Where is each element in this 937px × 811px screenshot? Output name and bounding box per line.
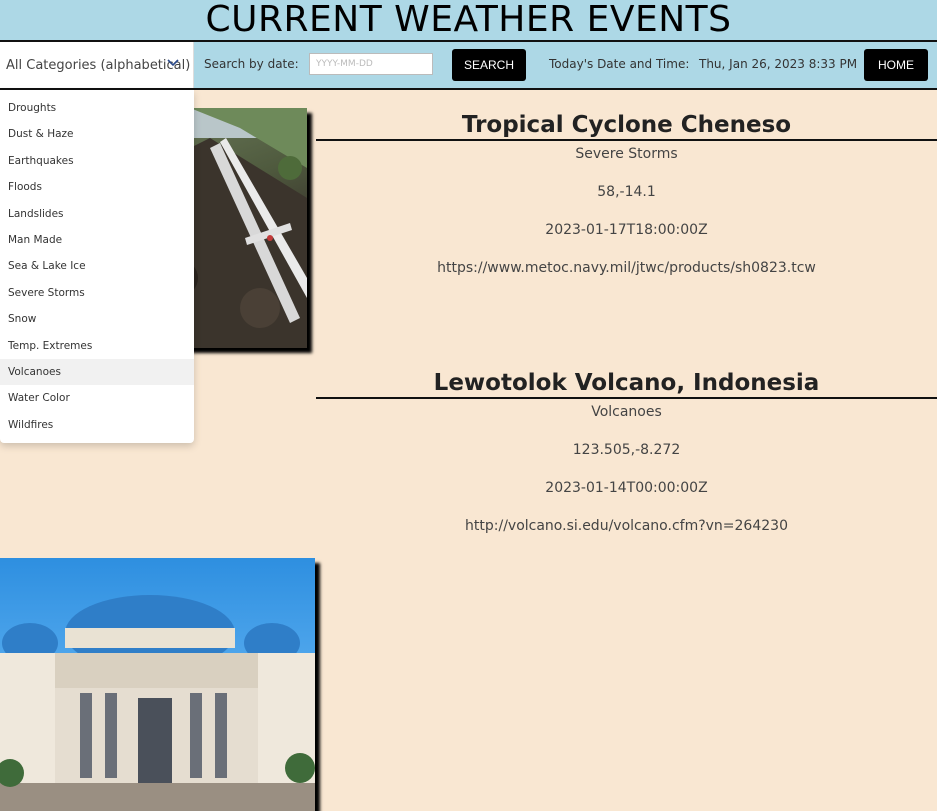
category-option-floods[interactable]: Floods	[0, 174, 194, 200]
category-select[interactable]: All Categories (alphabetical)	[0, 42, 194, 88]
search-button[interactable]: SEARCH	[452, 49, 526, 81]
current-datetime-value: Thu, Jan 26, 2023 8:33 PM	[699, 57, 858, 71]
category-option-wildfires[interactable]: Wildfires	[0, 412, 194, 438]
category-dropdown-menu: Droughts Dust & Haze Earthquakes Floods …	[0, 90, 194, 443]
event-title: Lewotolok Volcano, Indonesia	[316, 369, 937, 399]
event-category: Severe Storms	[575, 146, 678, 162]
date-input[interactable]	[309, 53, 433, 75]
category-option-landslides[interactable]: Landslides	[0, 201, 194, 227]
event-image-building	[0, 558, 315, 811]
event-source-link[interactable]: http://volcano.si.edu/volcano.cfm?vn=264…	[316, 518, 937, 534]
event-coordinates: 58,-14.1	[597, 184, 656, 200]
category-option-droughts[interactable]: Droughts	[0, 95, 194, 121]
event-coordinates: 123.505,-8.272	[572, 442, 681, 458]
category-option-water-color[interactable]: Water Color	[0, 385, 194, 411]
home-button[interactable]: HOME	[864, 49, 928, 81]
toolbar: All Categories (alphabetical) Search by …	[0, 42, 937, 90]
page-title: CURRENT WEATHER EVENTS	[205, 0, 732, 40]
event-category: Volcanoes	[591, 404, 662, 420]
category-option-temp-extremes[interactable]: Temp. Extremes	[0, 333, 194, 359]
category-option-earthquakes[interactable]: Earthquakes	[0, 148, 194, 174]
category-select-label: All Categories (alphabetical)	[6, 57, 191, 73]
current-datetime-label: Today's Date and Time:	[549, 57, 690, 71]
search-by-date-label: Search by date:	[204, 57, 299, 71]
event-date: 2023-01-17T18:00:00Z	[545, 222, 708, 238]
event-title: Tropical Cyclone Cheneso	[316, 111, 937, 141]
category-option-sea-lake-ice[interactable]: Sea & Lake Ice	[0, 253, 194, 279]
event-source-link[interactable]: https://www.metoc.navy.mil/jtwc/products…	[316, 260, 937, 276]
category-option-man-made[interactable]: Man Made	[0, 227, 194, 253]
category-option-severe-storms[interactable]: Severe Storms	[0, 280, 194, 306]
category-option-volcanoes[interactable]: Volcanoes	[0, 358, 194, 386]
event-date: 2023-01-14T00:00:00Z	[545, 480, 708, 496]
chevron-down-icon	[167, 59, 179, 67]
event-card: Lewotolok Volcano, Indonesia Volcanoes 1…	[316, 369, 937, 534]
title-bar: CURRENT WEATHER EVENTS	[0, 0, 937, 42]
category-option-dust-haze[interactable]: Dust & Haze	[0, 121, 194, 147]
event-card: Tropical Cyclone Cheneso Severe Storms 5…	[316, 111, 937, 276]
category-option-snow[interactable]: Snow	[0, 306, 194, 332]
